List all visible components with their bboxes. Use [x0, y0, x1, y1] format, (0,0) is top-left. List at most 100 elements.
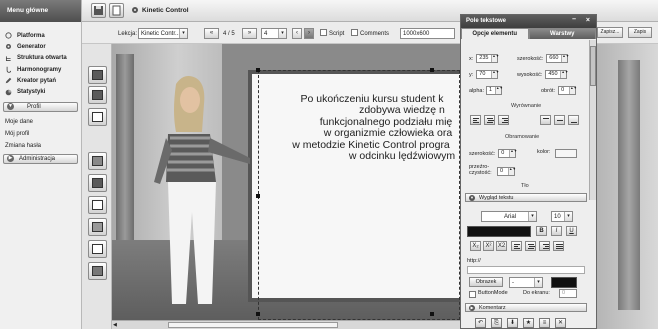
y-input[interactable]: 70 ▲▼: [476, 70, 499, 79]
image-color-swatch[interactable]: [551, 277, 577, 288]
underline-button[interactable]: U: [566, 226, 577, 236]
rotation-input[interactable]: 0 ▲▼: [558, 86, 577, 95]
text-color-swatch[interactable]: [467, 226, 531, 237]
tool-delete-button[interactable]: [88, 262, 107, 280]
undo-icon[interactable]: ↶: [475, 318, 486, 328]
image-button[interactable]: Obrazek: [469, 277, 503, 287]
stepper-icon[interactable]: ▲▼: [509, 149, 517, 157]
stepper-icon[interactable]: ▲▼: [561, 54, 569, 62]
text-align-center-button[interactable]: [525, 241, 536, 251]
presenter-figure[interactable]: [146, 72, 256, 304]
document-button[interactable]: [109, 3, 124, 18]
down-arrow-icon[interactable]: ⬇: [507, 318, 518, 328]
menu-item-platforma[interactable]: Platforma: [0, 30, 81, 41]
save-button[interactable]: Zapis: [628, 27, 652, 38]
submenu-zmiana-hasla[interactable]: Zmiana hasła: [0, 140, 81, 152]
resolution-select[interactable]: 1000x600: [400, 28, 455, 39]
tab-element-options[interactable]: Opcje elementu: [461, 28, 529, 39]
save-icon-button[interactable]: [91, 3, 106, 18]
x-input[interactable]: 235 ▲▼: [476, 54, 499, 63]
width-input[interactable]: 660 ▲▼: [546, 54, 569, 63]
tool-form-button[interactable]: [88, 196, 107, 214]
resize-handle[interactable]: [256, 312, 260, 316]
resize-handle[interactable]: [256, 68, 260, 72]
scroll-thumb[interactable]: [168, 322, 338, 328]
next-page-button[interactable]: »: [242, 28, 257, 39]
comments-checkbox[interactable]: [351, 29, 358, 36]
panel-titlebar[interactable]: Pole tekstowe – ×: [461, 15, 596, 28]
menu-item-struktura[interactable]: Struktura otwarta: [0, 53, 81, 64]
superscript-button[interactable]: X²: [483, 241, 494, 251]
to-screen-input[interactable]: 0: [559, 289, 577, 298]
tool-star-button[interactable]: [88, 218, 107, 236]
scroll-left-icon[interactable]: ◀: [113, 322, 119, 328]
text-align-left-button[interactable]: [511, 241, 522, 251]
align-middle-button[interactable]: [554, 115, 565, 125]
save-as-button[interactable]: Zapisz...: [597, 27, 623, 38]
submenu-moje-dane[interactable]: Moje dane: [0, 116, 81, 128]
text-appearance-section[interactable]: ▼ Wygląd tekstu: [465, 193, 587, 202]
height-input[interactable]: 450 ▲▼: [545, 70, 568, 79]
stepper-icon[interactable]: ▲▼: [495, 86, 503, 94]
tool-table-button[interactable]: [88, 174, 107, 192]
align-top-button[interactable]: [540, 115, 551, 125]
section-administracja[interactable]: ▶ Administracja: [3, 153, 78, 164]
font-size-select[interactable]: 10 ▾: [551, 211, 573, 222]
tool-copy-button[interactable]: [88, 240, 107, 258]
resize-handle[interactable]: [430, 68, 434, 72]
submenu-moj-profil[interactable]: Mój profil: [0, 128, 81, 140]
align-bottom-button[interactable]: [568, 115, 579, 125]
menu-item-harmonogramy[interactable]: Harmonogramy: [0, 64, 81, 75]
menu-item-statystyki[interactable]: Statystyki: [0, 86, 81, 97]
menu-item-generator[interactable]: Generator: [0, 41, 81, 52]
transparency-input[interactable]: 0 ▲▼: [497, 167, 516, 176]
section-profil[interactable]: ▼ Profil: [3, 101, 78, 112]
tool-image-button[interactable]: [88, 152, 107, 170]
comment-section[interactable]: ▶ Komentarz: [465, 303, 587, 312]
script-checkbox[interactable]: [320, 29, 327, 36]
stepper-icon[interactable]: ▲▼: [569, 86, 577, 94]
link-input[interactable]: [467, 266, 585, 274]
bold-button[interactable]: B: [536, 226, 547, 236]
italic-button[interactable]: I: [551, 226, 562, 236]
border-color-picker[interactable]: [555, 149, 577, 158]
tool-grid-button[interactable]: [88, 66, 107, 84]
align-left-button[interactable]: [470, 115, 481, 125]
stepper-icon[interactable]: ▲▼: [491, 54, 499, 62]
align-center-button[interactable]: [484, 115, 495, 125]
horizontal-scrollbar[interactable]: ◀: [112, 320, 460, 329]
lesson-select[interactable]: Kinetic Contr... ▾: [138, 28, 188, 39]
button-mode-checkbox[interactable]: [469, 291, 476, 298]
stepper-icon[interactable]: ▲▼: [491, 70, 499, 78]
slide-canvas[interactable]: Po ukończeniu kursu student k zdobywa wi…: [112, 44, 460, 320]
clone-icon[interactable]: ⎘: [491, 318, 502, 328]
panel-scrollbar[interactable]: [589, 40, 596, 200]
panel-scroll-thumb[interactable]: [590, 46, 596, 86]
subscript-button[interactable]: X₂: [470, 241, 481, 251]
resize-handle[interactable]: [430, 312, 434, 316]
tool-shape-button[interactable]: [88, 108, 107, 126]
delete-icon[interactable]: ✕: [555, 318, 566, 328]
alpha-input[interactable]: 1 ▲▼: [486, 86, 503, 95]
tab-layers[interactable]: Warstwy: [528, 28, 596, 39]
page-select[interactable]: 4 ▾: [261, 28, 287, 39]
image-select[interactable]: - ▾: [509, 277, 543, 288]
minimize-icon[interactable]: –: [572, 16, 576, 23]
border-width-input[interactable]: 0 ▲▼: [498, 149, 517, 158]
star-icon[interactable]: ★: [523, 318, 534, 328]
layers-icon[interactable]: ≡: [539, 318, 550, 328]
text-justify-button[interactable]: [553, 241, 564, 251]
slide-text[interactable]: Po ukończeniu kursu student k zdobywa wi…: [272, 93, 460, 162]
next-button[interactable]: ›: [304, 28, 314, 39]
stepper-icon[interactable]: ▲▼: [508, 167, 516, 175]
x2-button[interactable]: X2: [496, 241, 507, 251]
tool-list-button[interactable]: [88, 86, 107, 104]
text-align-right-button[interactable]: [539, 241, 550, 251]
menu-item-kreator[interactable]: Kreator pytań: [0, 75, 81, 86]
font-select[interactable]: Arial ▾: [481, 211, 537, 222]
stepper-icon[interactable]: ▲▼: [560, 70, 568, 78]
align-right-button[interactable]: [498, 115, 509, 125]
resize-handle[interactable]: [256, 194, 260, 198]
prev-button[interactable]: ‹: [292, 28, 302, 39]
first-page-button[interactable]: «: [204, 28, 219, 39]
